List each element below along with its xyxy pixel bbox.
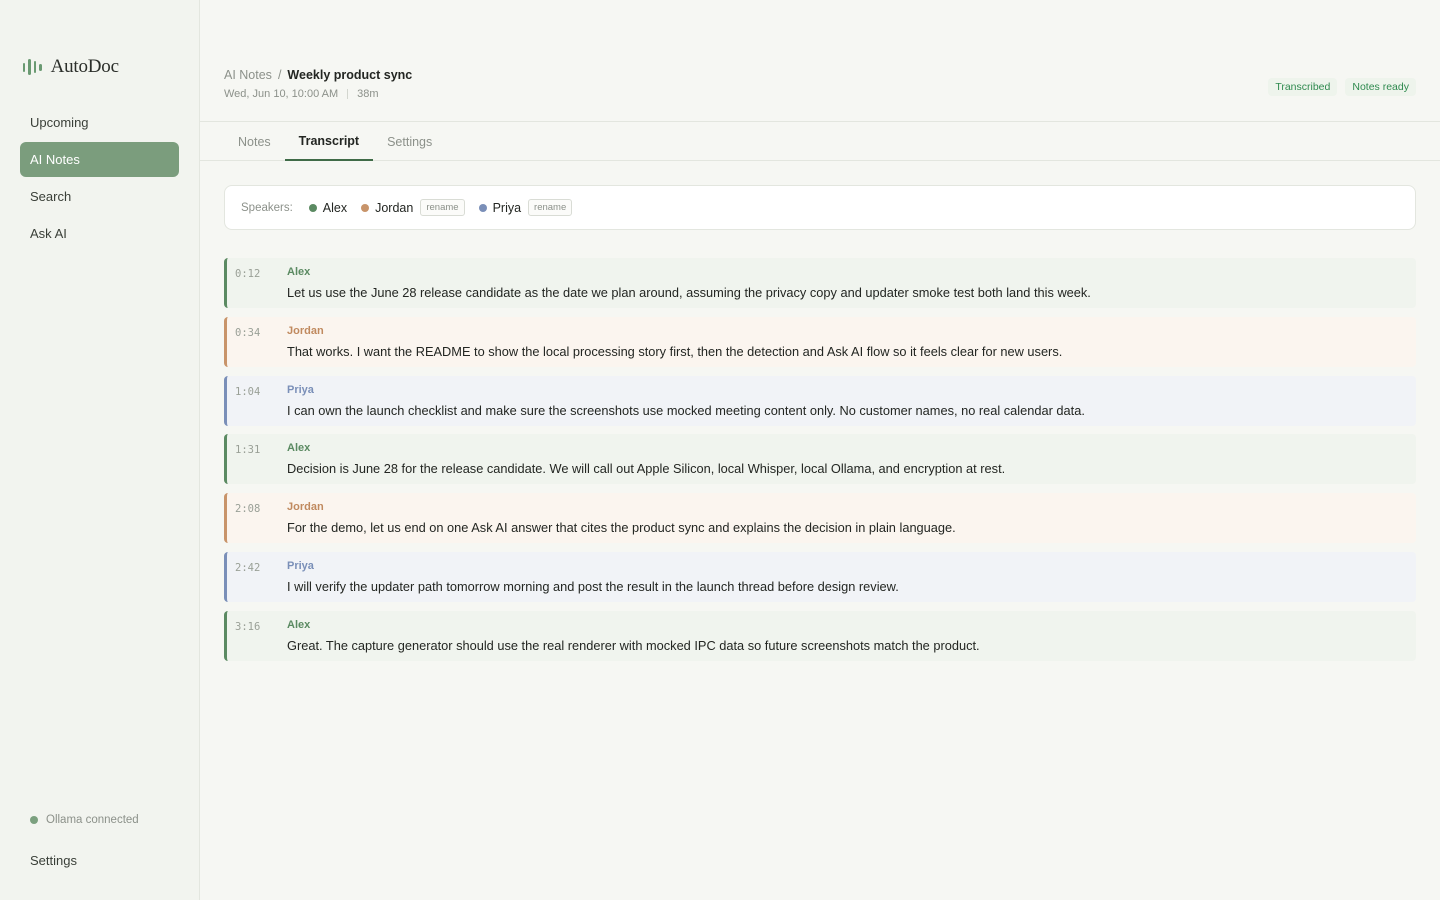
rename-button[interactable]: rename [420,199,465,216]
transcript-list: 0:12 Alex Let us use the June 28 release… [224,258,1416,670]
segment-speaker: Alex [287,266,311,278]
tab-transcript[interactable]: Transcript [284,122,374,161]
segment-timestamp[interactable]: 0:34 [235,327,260,339]
transcript-segment[interactable]: 2:08 Jordan For the demo, let us end on … [224,493,1416,544]
segment-text: I will verify the updater path tomorrow … [287,578,899,594]
status-badges: Transcribed Notes ready [1268,78,1416,96]
segment-timestamp[interactable]: 1:04 [235,386,260,398]
segment-speaker: Jordan [287,501,324,514]
speaker-color-dot [478,203,487,212]
breadcrumb: AI Notes / Weekly product sync [224,68,412,82]
segment-speaker: Alex [287,442,311,455]
segment-text: Great. The capture generator should use … [287,637,980,653]
app-name: AutoDoc [50,56,119,77]
status-text: Ollama connected [46,814,139,826]
speaker-chip-jordan: Jordan rename [361,199,465,216]
status-dot-icon [30,816,38,824]
ollama-status: Ollama connected [30,814,139,826]
sidebar-item-upcoming[interactable]: Upcoming [20,105,179,140]
page-header: AI Notes / Weekly product sync Wed, Jun … [224,68,412,100]
segment-text: For the demo, let us end on one Ask AI a… [287,520,956,536]
sidebar-item-ai-notes[interactable]: AI Notes [20,142,179,177]
transcript-segment[interactable]: 3:16 Alex Great. The capture generator s… [224,610,1416,661]
transcript-segment[interactable]: 0:12 Alex Let us use the June 28 release… [224,258,1416,308]
meeting-meta: Wed, Jun 10, 10:00 AM 38m [224,88,412,100]
tab-settings[interactable]: Settings [373,122,446,161]
status-badge-transcribed: Transcribed [1268,78,1338,96]
segment-text: Decision is June 28 for the release cand… [287,461,1006,477]
speaker-chip-priya: Priya rename [478,199,573,216]
segment-speaker: Alex [287,618,311,631]
sidebar: AutoDoc Upcoming AI Notes Search Ask AI … [0,0,200,900]
speaker-name: Jordan [375,200,414,215]
speakers-panel: Speakers: Alex Jordan rename Priya renam… [224,185,1416,230]
page-title: Weekly product sync [287,68,413,82]
meeting-date: Wed, Jun 10, 10:00 AM [224,88,339,100]
sidebar-item-search[interactable]: Search [20,179,179,214]
segment-timestamp[interactable]: 0:12 [235,268,260,280]
segment-timestamp[interactable]: 3:16 [235,621,260,633]
segment-timestamp[interactable]: 2:08 [235,503,260,515]
tab-notes[interactable]: Notes [224,122,285,161]
segment-text: I can own the launch checklist and make … [287,402,1085,418]
segment-speaker: Priya [287,383,314,396]
app-logo[interactable]: AutoDoc [23,56,119,78]
sidebar-settings-link[interactable]: Settings [30,853,77,868]
tab-bar: Notes Transcript Settings [200,121,1440,161]
speakers-label: Speakers: [241,201,293,214]
status-badge-notes-ready: Notes ready [1345,78,1416,96]
segment-text: Let us use the June 28 release candidate… [287,285,1091,300]
meeting-duration: 38m [357,88,379,100]
transcript-segment[interactable]: 1:04 Priya I can own the launch checklis… [224,375,1416,426]
transcript-segment[interactable]: 2:42 Priya I will verify the updater pat… [224,551,1416,602]
speaker-chip-alex: Alex [308,200,348,215]
segment-speaker: Jordan [287,324,324,337]
sidebar-item-ask-ai[interactable]: Ask AI [20,216,179,251]
speaker-name: Alex [322,200,348,215]
transcript-segment[interactable]: 0:34 Jordan That works. I want the READM… [224,316,1416,367]
waveform-icon [23,58,42,76]
sidebar-nav: Upcoming AI Notes Search Ask AI [20,105,179,253]
rename-button[interactable]: rename [528,199,573,216]
breadcrumb-parent[interactable]: AI Notes [224,68,272,82]
main-content: AI Notes / Weekly product sync Wed, Jun … [200,0,1440,900]
segment-speaker: Priya [287,559,314,572]
speaker-color-dot [361,203,370,212]
meta-divider [347,89,349,99]
speaker-name: Priya [492,200,522,215]
breadcrumb-separator: / [277,68,282,82]
segment-timestamp[interactable]: 2:42 [235,562,260,574]
transcript-segment[interactable]: 1:31 Alex Decision is June 28 for the re… [224,434,1416,485]
segment-timestamp[interactable]: 1:31 [235,444,260,456]
speaker-color-dot [308,203,317,212]
segment-text: That works. I want the README to show th… [287,343,1063,359]
